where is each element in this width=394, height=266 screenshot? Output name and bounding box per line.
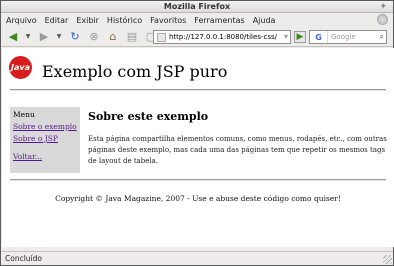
link-sobre-o-jsp[interactable]: Sobre o JSP [13, 134, 77, 143]
menu-ferramentas[interactable]: Ferramentas [194, 16, 244, 25]
url-text[interactable]: http://127.0.0.1:8080/tiles-css/ [169, 33, 277, 41]
search-bar[interactable]: G Google ⌕ [309, 30, 387, 44]
header-divider [10, 89, 386, 91]
menu-arquivo[interactable]: Arquivo [6, 16, 37, 25]
article-paragraph: Esta página compartilha elementos comuns… [88, 135, 387, 165]
main-article: Sobre este exemplo Esta página compartil… [88, 110, 388, 167]
throbber-icon [377, 14, 388, 25]
menu-editar[interactable]: Editar [45, 16, 69, 25]
go-button[interactable]: ▶ [294, 31, 306, 43]
footer-divider [10, 179, 386, 181]
article-heading: Sobre este exemplo [88, 110, 209, 123]
window-title: Mozilla Firefox [163, 2, 231, 11]
back-arrow-icon[interactable]: ◀ [5, 29, 21, 45]
search-icon[interactable]: ⌕ [380, 32, 384, 42]
forward-arrow-icon[interactable]: ▶ [36, 29, 52, 45]
search-input[interactable]: Google [331, 33, 356, 41]
status-text: Concluído [5, 254, 42, 263]
back-history-dropdown-icon[interactable]: ▼ [24, 29, 32, 45]
menu-bar: Arquivo Editar Exibir Histórico Favorito… [1, 13, 393, 27]
window-sparkle-icon: ✦ [379, 2, 387, 12]
menu-historico[interactable]: Histórico [107, 16, 142, 25]
page-favicon-icon [157, 32, 166, 42]
page-footer: Copyright © Java Magazine, 2007 - Use e … [55, 194, 341, 203]
url-bar[interactable]: http://127.0.0.1:8080/tiles-css/ ▾ [153, 30, 291, 44]
forward-history-dropdown-icon[interactable]: ▼ [55, 29, 63, 45]
bookmark-dropdown-icon[interactable]: ▾ [284, 32, 288, 41]
link-sobre-o-exemplo[interactable]: Sobre o exemplo [13, 122, 77, 131]
navigation-toolbar: ◀ ▼ ▶ ▼ ↻ ⊗ ⌂ ▤ ▢ http://127.0.0.1:8080/… [1, 27, 393, 47]
java-logo: Java [9, 56, 32, 79]
menu-favoritos[interactable]: Favoritos [150, 16, 186, 25]
status-bar: Concluído [1, 251, 393, 265]
link-voltar[interactable]: Voltar... [13, 152, 77, 161]
menu-exibir[interactable]: Exibir [76, 16, 99, 25]
sidebar-menu-title: Menu [13, 110, 35, 119]
print-icon[interactable]: ▤ [124, 29, 140, 45]
browser-window: Mozilla Firefox ✦ Arquivo Editar Exibir … [0, 0, 394, 266]
stop-icon[interactable]: ⊗ [86, 29, 102, 45]
sidebar-menu: Menu Sobre o exemplo Sobre o JSP Voltar.… [10, 107, 80, 173]
reload-icon[interactable]: ↻ [67, 29, 83, 45]
title-bar: Mozilla Firefox ✦ [1, 1, 393, 13]
home-icon[interactable]: ⌂ [105, 29, 121, 45]
google-engine-icon[interactable]: G [310, 31, 328, 43]
menu-ajuda[interactable]: Ajuda [253, 16, 276, 25]
site-title: Exemplo com JSP puro [42, 62, 228, 81]
resize-grip-icon[interactable] [383, 255, 392, 264]
page-content: Java Exemplo com JSP puro Menu Sobre o e… [2, 48, 394, 247]
